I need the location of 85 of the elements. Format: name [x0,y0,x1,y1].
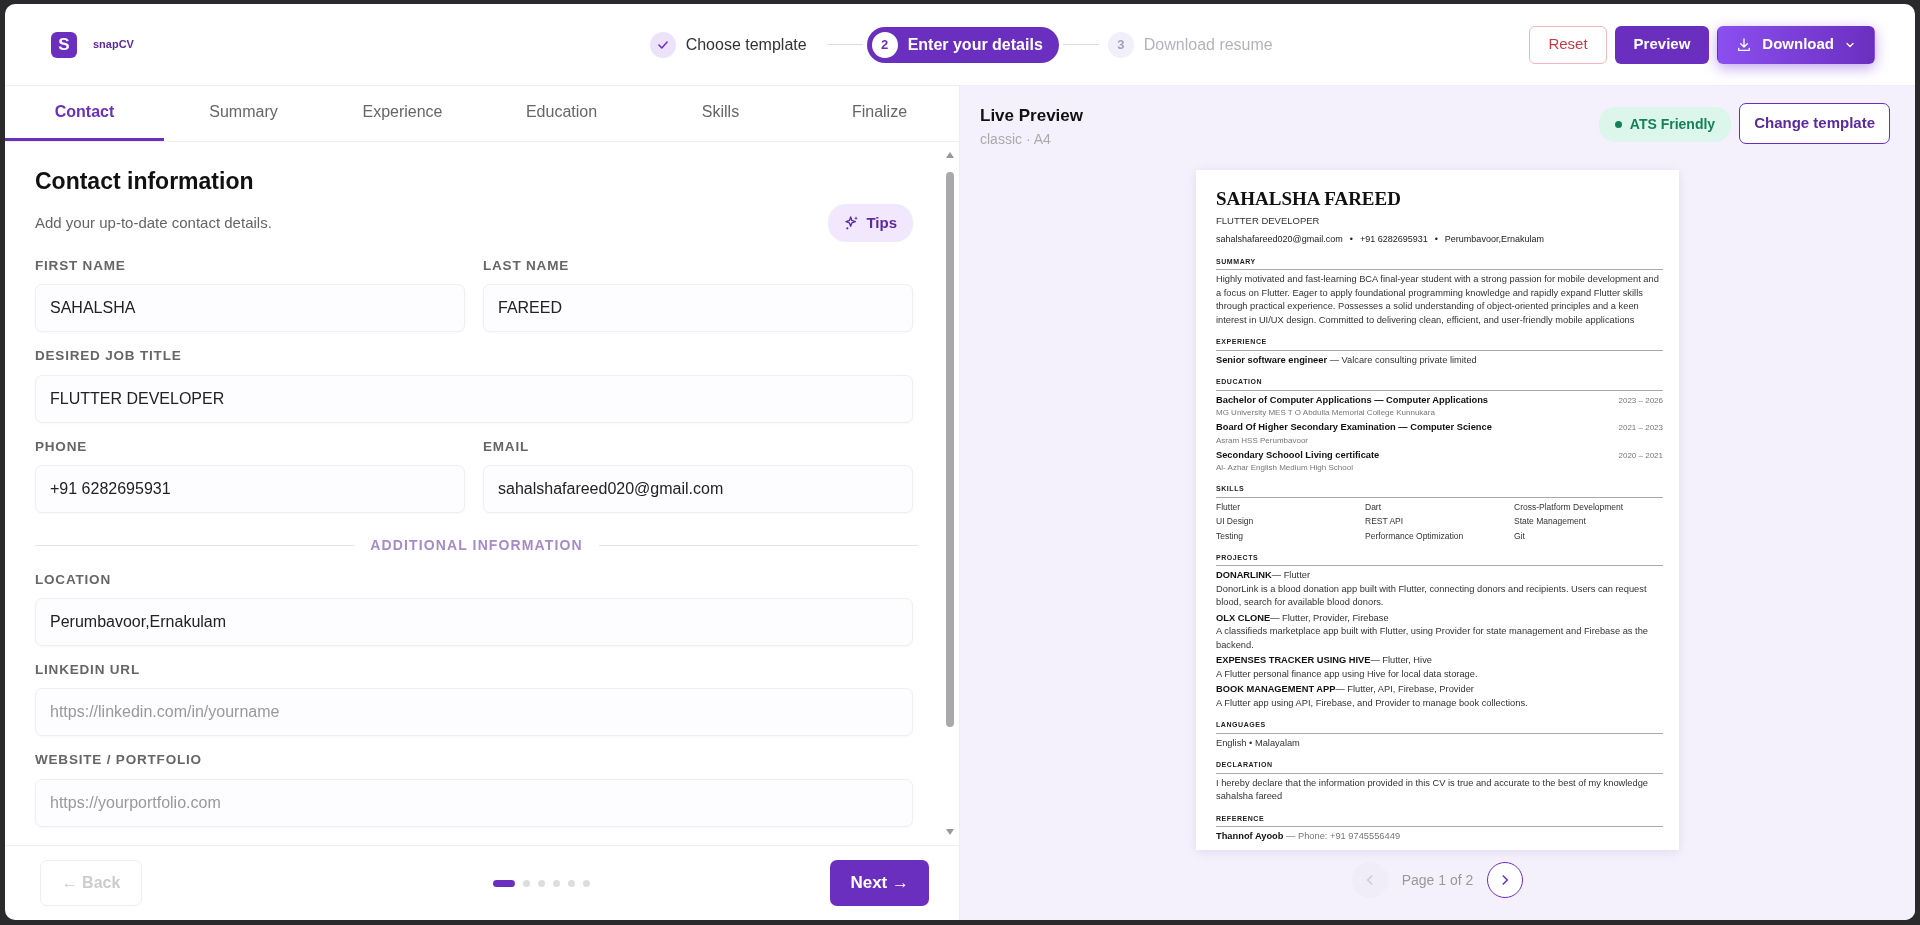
field-label: FIRST NAME [35,257,127,276]
preview-button[interactable]: Preview [1614,25,1710,64]
next-button[interactable]: Next → [830,860,929,906]
step-dot[interactable] [567,879,575,887]
input-field[interactable]: +91 6282695931 [35,464,465,513]
project-description: A classifieds marketplace app built with Flutter, using Provider for state management and Firebase as the backend. [1216,625,1649,652]
section-text: Highly motivated and fast-learning BCA final-year student with a strong passion for mobile development and a focus on Flutter. Eager to apply foundational programming knowledge and rapidly expand Flutter skills through practical experience. Possesses a solid understanding of object-oriented principles and a keen interest in UI/UX design. Committed to delivering clean, efficient, and user-friendly mobile applications [1216,273,1660,327]
preview-subtitle: classic · A4 [980,129,1052,149]
sparkles-icon [844,214,861,231]
tab[interactable]: Skills [641,86,800,141]
download-icon [1736,36,1753,53]
skill-item: Flutter [1216,500,1242,514]
contact-text: Perumbavoor,Ernakulam [1444,233,1544,247]
project-description: A Flutter personal finance app using Hive for local data storage. [1216,667,1479,681]
tab[interactable]: Finalize [800,86,959,141]
contact-text: sahalshafareed020@gmail.com [1216,233,1343,247]
skill-item: Cross-Platform Development [1514,500,1625,514]
field-label: WEBSITE / PORTFOLIO [35,751,203,770]
page-indicator: Page 1 of 2 [1401,870,1474,890]
project-title: OLX CLONE— Flutter, Provider, Firebase [1216,611,1390,625]
section-title: Contact information [35,168,255,196]
section-text: English • Malayalam [1216,736,1301,750]
input-field[interactable]: FAREED [483,284,913,333]
tips-button[interactable]: Tips [828,203,913,243]
entry-title: Bachelor of Computer Applications — Computer Applications [1216,393,1489,407]
divider-label: ADDITIONAL INFORMATION [370,535,583,555]
date-range: 2023 – 2026 [1618,394,1663,407]
skill-item: Performance Optimization [1365,530,1465,543]
input-field[interactable]: FLUTTER DEVELOPER [35,374,913,423]
project-description: DonorLink is a blood donation app built with Flutter, connecting donors and recipients. Users can request blood, search for available blood donors. [1216,582,1648,610]
step-dot[interactable] [582,879,590,887]
skill-item: Dart [1365,500,1383,514]
entry-subtitle: MG University MES T O Abdulla Memorial College Kunnukara [1216,407,1436,420]
field-label: LAST NAME [483,257,571,276]
separator: • [1434,233,1438,247]
skill-item: UI Design [1216,515,1255,529]
field-label: PHONE [35,437,89,456]
preview-title: Live Preview [980,105,1083,127]
brand-name: snapCV [93,37,134,53]
tab[interactable]: Experience [323,86,482,141]
tab[interactable]: Contact [5,86,164,141]
separator: • [1349,233,1353,247]
step-dot[interactable] [522,879,530,887]
subtitle: Add your up-to-date contact details. [35,212,272,233]
entry-subtitle: Al- Azhar English Medium High School [1216,462,1354,475]
reset-button[interactable]: Reset [1529,25,1607,64]
logo[interactable]: S [51,31,77,58]
project-title: BOOK MANAGEMENT APP— Flutter, API, Firebase, Provider [1216,683,1475,697]
field-label: LOCATION [35,570,112,589]
step-dot[interactable] [537,879,545,887]
field-label: LINKEDIN URL [35,661,141,680]
skill-item: Testing [1216,530,1244,543]
resume-job-title: FLUTTER DEVELOPER [1216,213,1321,228]
entry-subtitle: Asram HSS Perumbavoor [1216,434,1310,447]
step[interactable]: 2 Enter your details [866,26,1059,63]
skill-item: State Management [1514,515,1587,529]
input-field[interactable]: https://yourportfolio.com [35,778,913,827]
tab[interactable]: Summary [164,86,323,141]
input-field[interactable]: SAHALSHA [35,284,465,333]
skill-item: Git [1514,530,1526,543]
project-description: A Flutter app using API, Firebase, and Provider to manage book collections. [1216,696,1529,710]
date-range: 2020 – 2021 [1618,449,1663,462]
project-title: DONARLINK— Flutter [1216,569,1311,583]
section-text: I hereby declare that the information provided in this CV is true and accurate to the best of my knowledge sahalsha fareed [1216,776,1650,804]
ats-badge: ATS Friendly [1598,107,1732,142]
date-range: 2021 – 2023 [1618,422,1663,435]
tab[interactable]: Education [482,86,641,141]
contact-text: +91 6282695931 [1359,233,1428,247]
entry-title: Secondary Schoool Living certificate [1216,448,1380,462]
download-button[interactable]: Download [1717,25,1875,64]
change-template-button[interactable]: Change template [1739,103,1890,144]
input-field[interactable]: https://linkedin.com/in/yourname [35,688,913,737]
step[interactable]: Choose template [644,26,823,63]
step-dot[interactable] [552,879,560,887]
skill-item: REST API [1365,515,1405,529]
entry-line: Senior software engineer — Valcare consulting private limited [1216,353,1478,367]
entry-title: Board Of Higher Secondary Examination — Computer Science [1216,421,1492,435]
input-field[interactable]: Perumbavoor,Ernakulam [35,598,913,647]
project-title: EXPENSES TRACKER USING HIVE— Flutter, Hive [1216,654,1433,668]
field-label: EMAIL [483,437,531,456]
input-field[interactable]: sahalshafareed020@gmail.com [483,464,913,513]
resume-name: SAHALSHA FAREED [1216,188,1402,211]
next-page-button[interactable] [1487,862,1524,898]
entry-line: Thannof Ayoob — Phone: +91 9745556449 [1216,830,1402,844]
field-label: DESIRED JOB TITLE [35,347,183,366]
